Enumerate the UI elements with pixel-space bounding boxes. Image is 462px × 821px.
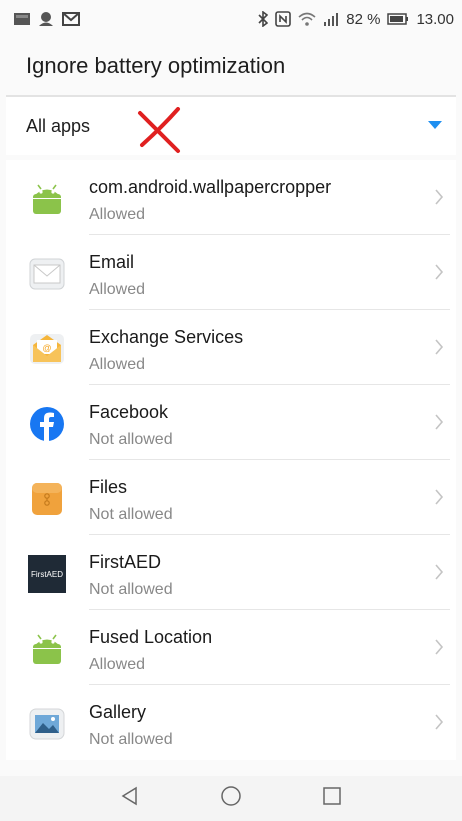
app-status: Allowed [89,656,146,673]
app-status: Allowed [89,356,146,373]
chevron-right-icon [435,264,444,280]
app-name: Exchange Services [89,327,244,347]
filter-dropdown[interactable]: All apps [6,97,456,155]
app-status: Allowed [89,206,146,223]
app-name: Files [89,477,128,497]
facebook-icon [30,407,64,441]
signal-icon [323,12,339,26]
exchange-icon: @ [30,334,64,364]
battery-icon [387,13,409,25]
email-icon [29,258,65,290]
navigation-bar [0,776,462,821]
home-icon[interactable] [220,785,242,812]
filter-label: All apps [26,115,91,136]
battery-percent: 82 % [346,10,381,28]
list-item[interactable]: com.android.wallpapercropper Allowed [6,160,456,235]
firstaed-icon: FirstAED [28,555,66,593]
nfc-icon [275,11,292,27]
app-name: Gallery [89,702,147,722]
list-item[interactable]: Gallery Not allowed [6,685,456,760]
chevron-right-icon [435,489,444,505]
chevron-right-icon [435,339,444,355]
app-name: Fused Location [89,627,213,647]
wifi-icon [298,12,316,26]
back-icon[interactable] [120,786,140,811]
chevron-right-icon [435,639,444,655]
list-item[interactable]: @ Exchange Services Allowed [6,310,456,385]
chevron-right-icon [435,189,444,205]
app-status: Allowed [89,281,146,298]
dropdown-arrow-icon [428,121,442,129]
bluetooth-icon [258,11,269,27]
list-item[interactable]: Email Allowed [6,235,456,310]
screen: 82 % 13.00 Ignore battery optimization A… [0,0,462,821]
status-bar: 82 % 13.00 [0,0,462,38]
files-icon [32,483,62,515]
app-status: Not allowed [89,731,173,748]
gallery-icon [29,708,65,740]
annotation-x-mark [138,107,180,153]
list-item[interactable]: FirstAED FirstAED Not allowed [6,535,456,610]
app-list: com.android.wallpapercropper Allowed Ema… [6,160,456,760]
app-status: Not allowed [89,431,173,448]
page-title: Ignore battery optimization [0,38,462,94]
clock: 13.00 [416,10,454,28]
svg-text:@: @ [42,343,51,353]
android-icon [33,634,61,664]
app-name: com.android.wallpapercropper [89,177,332,197]
chevron-right-icon [435,414,444,430]
android-icon [33,184,61,214]
app-status: Not allowed [89,581,173,598]
chevron-right-icon [435,564,444,580]
app-name: Email [89,252,135,272]
list-item[interactable]: Files Not allowed [6,460,456,535]
messenger-icon [37,11,55,27]
firstaed-icon-text: FirstAED [31,570,63,579]
mail-icon [62,12,80,26]
app-name: Facebook [89,402,169,422]
app-notification-icon [14,12,30,26]
app-status: Not allowed [89,506,173,523]
list-item[interactable]: Fused Location Allowed [6,610,456,685]
recents-icon[interactable] [322,786,342,811]
chevron-right-icon [435,714,444,730]
app-name: FirstAED [89,552,161,572]
list-item[interactable]: Facebook Not allowed [6,385,456,460]
